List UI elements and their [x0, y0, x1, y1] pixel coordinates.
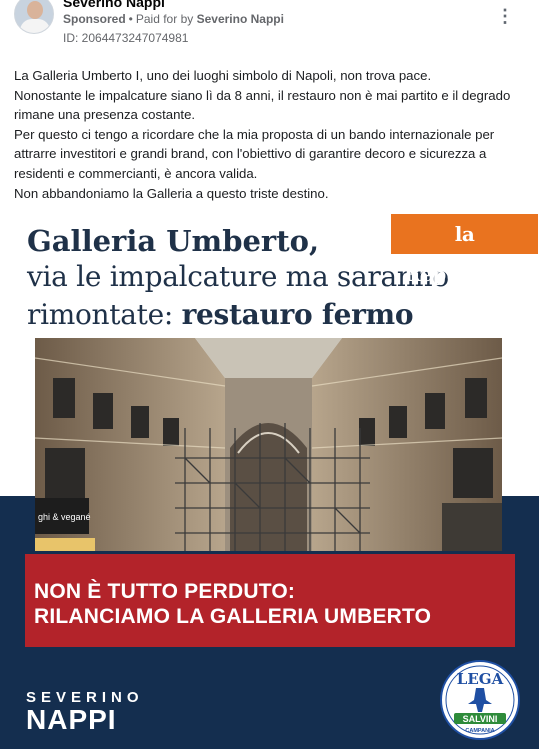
headline-line-2: via le impalcature ma saranno: [27, 260, 449, 293]
more-options-icon[interactable]: ⋮: [496, 6, 515, 27]
ad-creative-image[interactable]: Galleria Umberto, via le impalcature ma …: [0, 214, 539, 749]
post-paragraph: Non abbandoniamo la Galleria a questo tr…: [14, 185, 329, 201]
avatar-body: [20, 19, 50, 33]
candidate-last-name: NAPPI: [26, 704, 117, 735]
galleria-illustration: ghi & vegané: [35, 338, 502, 551]
post-header: Severino Nappi Sponsored • Paid for by Sev…: [0, 0, 539, 58]
paid-for-prefix: Paid for by: [135, 12, 194, 26]
author-name[interactable]: Severino Nappi: [63, 0, 165, 10]
sponsored-label: Sponsored: [63, 12, 126, 26]
sponsored-meta: Sponsored • Paid for by Severino Nappi: [63, 12, 284, 26]
post-paragraph: Nonostante le impalcature siano lì da 8 …: [14, 87, 511, 123]
logo-top-text: LEGA: [457, 670, 504, 688]
newspaper-logo: la Repubblica: [391, 214, 538, 286]
author-avatar[interactable]: [14, 0, 54, 34]
meta-separator: •: [128, 12, 133, 26]
post-paragraph: La Galleria Umberto I, uno dei luoghi si…: [14, 68, 432, 83]
paid-for-by-name[interactable]: Severino Nappi: [197, 12, 284, 26]
headline-line-3-regular: rimontate:: [27, 298, 182, 331]
slogan-banner: NON È TUTTO PERDUTO: RILANCIAMO LA GALLE…: [25, 554, 515, 647]
logo-bottom-text: CAMPANIA: [465, 728, 494, 734]
headline-line-3-bold: restauro fermo: [181, 298, 414, 331]
galleria-photo: ghi & vegané: [35, 338, 502, 551]
slogan-line-2: RILANCIAMO LA GALLERIA UMBERTO: [34, 605, 432, 628]
avatar-face: [27, 1, 43, 19]
lega-party-logo: LEGA SALVINI CAMPANIA: [440, 660, 520, 740]
logo-band-text: SALVINI: [463, 714, 498, 724]
post-body: La Galleria Umberto I, uno dei luoghi si…: [14, 66, 529, 203]
ad-id: ID: 2064473247074981: [63, 31, 189, 45]
post-paragraph: Per questo ci tengo a ricordare che la m…: [14, 126, 495, 181]
newspaper-headline: Galleria Umberto, via le impalcature ma …: [27, 224, 449, 334]
slogan-line-1: NON È TUTTO PERDUTO:: [34, 580, 296, 603]
headline-line-1: Galleria Umberto,: [27, 224, 320, 258]
headline-line-3: rimontate: restauro fermo: [27, 296, 449, 334]
shop-sign-text: ghi & vegané: [38, 512, 91, 522]
